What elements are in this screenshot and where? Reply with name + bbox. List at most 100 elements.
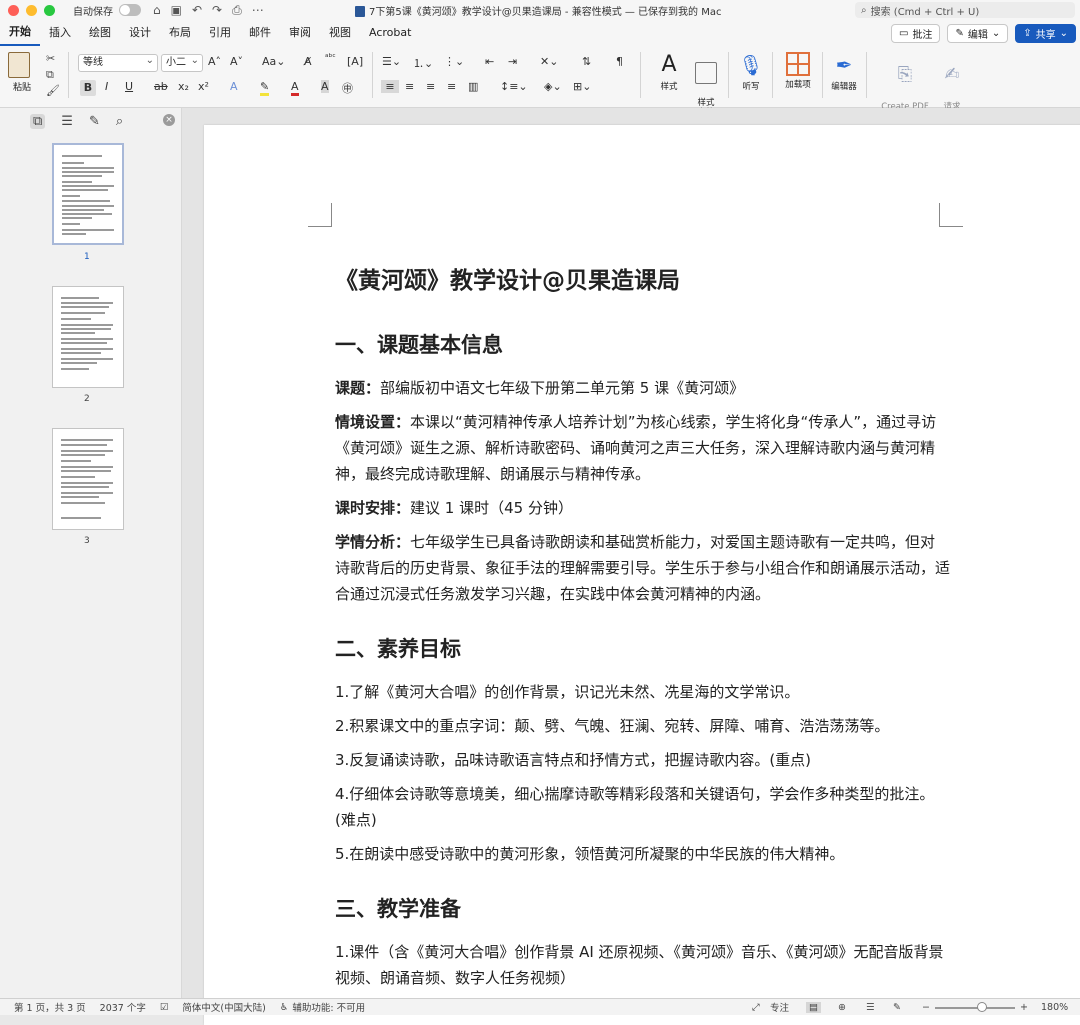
paragraph-text: 本课以“黄河精神传承人培养计划”为核心线索，学生将化身“传承人”，通过寻访《黄河… [335,413,937,483]
save-icon[interactable]: ▣ [171,3,182,18]
document-body[interactable]: 《黄河颂》教学设计@贝果造课局 一、课题基本信息 课题：部编版初中语文七年级下册… [335,255,950,999]
shrink-font-icon[interactable]: A˅ [230,55,243,68]
increase-indent-icon[interactable]: ⇥ [508,55,517,68]
web-layout-icon[interactable]: ⊕ [838,1002,846,1013]
show-marks-icon[interactable]: ¶ [616,55,623,68]
focus-button[interactable]: 专注 [770,1000,789,1014]
autosave-toggle[interactable] [119,4,141,16]
phonetic-guide-icon[interactable]: ᵃᵇᶜ [325,53,336,63]
zoom-window-button[interactable] [44,4,55,16]
tab-mailings[interactable]: 邮件 [240,20,280,46]
home-icon[interactable]: ⌂ [153,3,161,18]
microphone-icon: 🎙 [738,53,764,77]
shading-icon[interactable]: ◈⌄ [544,80,562,93]
search-input[interactable]: ⌕ 搜索 (Cmd + Ctrl + U) [855,2,1075,18]
page-count[interactable]: 第 1 页，共 3 页 [14,1000,86,1014]
edit-mode-button[interactable]: ✎ 编辑 ⌄ [947,24,1009,43]
outline-view-icon[interactable]: ☰ [866,1002,875,1013]
decrease-indent-icon[interactable]: ⇤ [485,55,494,68]
zoom-slider[interactable] [935,1007,1015,1009]
tab-references[interactable]: 引用 [200,20,240,46]
text-effects-icon[interactable]: A [230,80,238,93]
subscript-icon[interactable]: x₂ [178,80,189,93]
tab-view[interactable]: 视图 [320,20,360,46]
accessibility-status[interactable]: 辅助功能: 不可用 [292,1000,365,1014]
format-painter-icon[interactable]: 🖌 [46,84,60,97]
editor-button[interactable]: ✒ 编辑器 [828,52,860,92]
page-thumbnail[interactable] [52,143,124,245]
zoom-slider-handle[interactable] [977,1002,987,1012]
undo-icon[interactable]: ↶ [192,3,202,18]
font-color-icon[interactable]: A [291,80,299,96]
tab-home[interactable]: 开始 [0,20,40,46]
line-spacing-icon[interactable]: ↕≡⌄ [500,80,528,93]
styles-button[interactable]: A 样式 [651,52,687,92]
dictate-button[interactable]: 🎙 听写 [736,52,766,92]
highlight-icon[interactable]: ✎ [260,80,270,96]
distributed-icon[interactable]: ▥ [468,80,478,93]
italic-icon[interactable]: I [105,80,108,93]
align-left-icon[interactable]: ≡ [381,80,399,93]
tab-review[interactable]: 审阅 [280,20,320,46]
align-right-icon[interactable]: ≡ [426,80,435,93]
bullets-icon[interactable]: ☰⌄ [382,55,401,68]
cut-icon[interactable]: ✂ [46,52,55,65]
paste-button-label[interactable]: 粘贴 [13,80,31,93]
font-size-select[interactable]: 小二 [161,53,203,72]
underline-icon[interactable]: U [125,80,133,93]
search-icon[interactable]: ⌕ [116,114,123,129]
thumbnails-icon[interactable]: ⧉ [30,114,46,129]
character-border-icon[interactable]: [A] [347,55,363,68]
page-thumbnail[interactable] [52,428,124,530]
close-window-button[interactable] [8,4,19,16]
print-icon[interactable]: ⎙ [232,3,242,18]
zoom-out-icon[interactable]: − [922,1002,930,1013]
copy-icon[interactable]: ⧉ [46,68,54,82]
print-layout-icon[interactable]: ▤ [806,1001,821,1013]
editor-icon: ✒ [835,53,853,77]
outline-icon[interactable]: ☰ [61,114,73,129]
enclose-character-icon[interactable]: ㊥ [342,80,353,96]
close-icon[interactable]: × [163,114,175,126]
word-count[interactable]: 2037 个字 [100,1000,146,1014]
draft-view-icon[interactable]: ✎ [893,1002,901,1013]
clear-format-icon[interactable]: A̸ [304,55,312,68]
change-case-icon[interactable]: Aa⌄ [262,55,285,68]
document-page[interactable]: 《黄河颂》教学设计@贝果造课局 一、课题基本信息 课题：部编版初中语文七年级下册… [204,125,1080,1025]
addins-button[interactable]: 加载项 [780,52,816,90]
align-center-icon[interactable]: ≡ [405,80,414,93]
multilevel-list-icon[interactable]: ⋮⌄ [444,55,464,68]
language-status[interactable]: 简体中文(中国大陆) [182,1000,265,1014]
review-icon[interactable]: ✎ [89,114,100,129]
redo-icon[interactable]: ↷ [212,3,222,18]
proofing-icon[interactable]: ☑ [160,1002,169,1013]
paragraph-text: 七年级学生已具备诗歌朗读和基础赏析能力，对爱国主题诗歌有一定共鸣，但对诗歌背后的… [335,533,951,603]
bold-icon[interactable]: B [80,80,96,96]
grow-font-icon[interactable]: A˄ [208,55,221,68]
comment-button[interactable]: ▭ 批注 [890,24,941,43]
numbering-icon[interactable]: ⒈⌄ [413,55,433,71]
document-title: 7下第5课《黄河颂》教学设计@贝果造课局 - 兼容性模式 — 已保存到我的 Ma… [355,3,721,18]
asian-layout-icon[interactable]: ✕⌄ [540,55,558,68]
strikethrough-icon[interactable]: ab [154,80,168,93]
tab-draw[interactable]: 绘图 [80,20,120,46]
page-thumbnail[interactable] [52,286,124,388]
zoom-level[interactable]: 180% [1041,1002,1068,1013]
tab-acrobat[interactable]: Acrobat [360,20,420,46]
font-name-select[interactable]: 等线 [78,53,158,72]
justify-icon[interactable]: ≡ [447,80,456,93]
sort-icon[interactable]: ⇅ [582,55,591,68]
tab-insert[interactable]: 插入 [40,20,80,46]
zoom-in-icon[interactable]: + [1020,1002,1028,1013]
clipboard-icon[interactable] [8,52,30,78]
borders-icon[interactable]: ⊞⌄ [573,80,591,93]
tab-design[interactable]: 设计 [120,20,160,46]
character-shading-icon[interactable]: A [321,80,329,93]
styles-label: 样式 [660,82,678,92]
superscript-icon[interactable]: x² [198,80,209,93]
tab-layout[interactable]: 布局 [160,20,200,46]
paragraph-label: 学情分析： [335,533,411,551]
minimize-window-button[interactable] [26,4,37,16]
share-button[interactable]: ⇪ 共享 ⌄ [1015,24,1076,43]
customize-icon[interactable]: ⋯ [252,3,264,18]
